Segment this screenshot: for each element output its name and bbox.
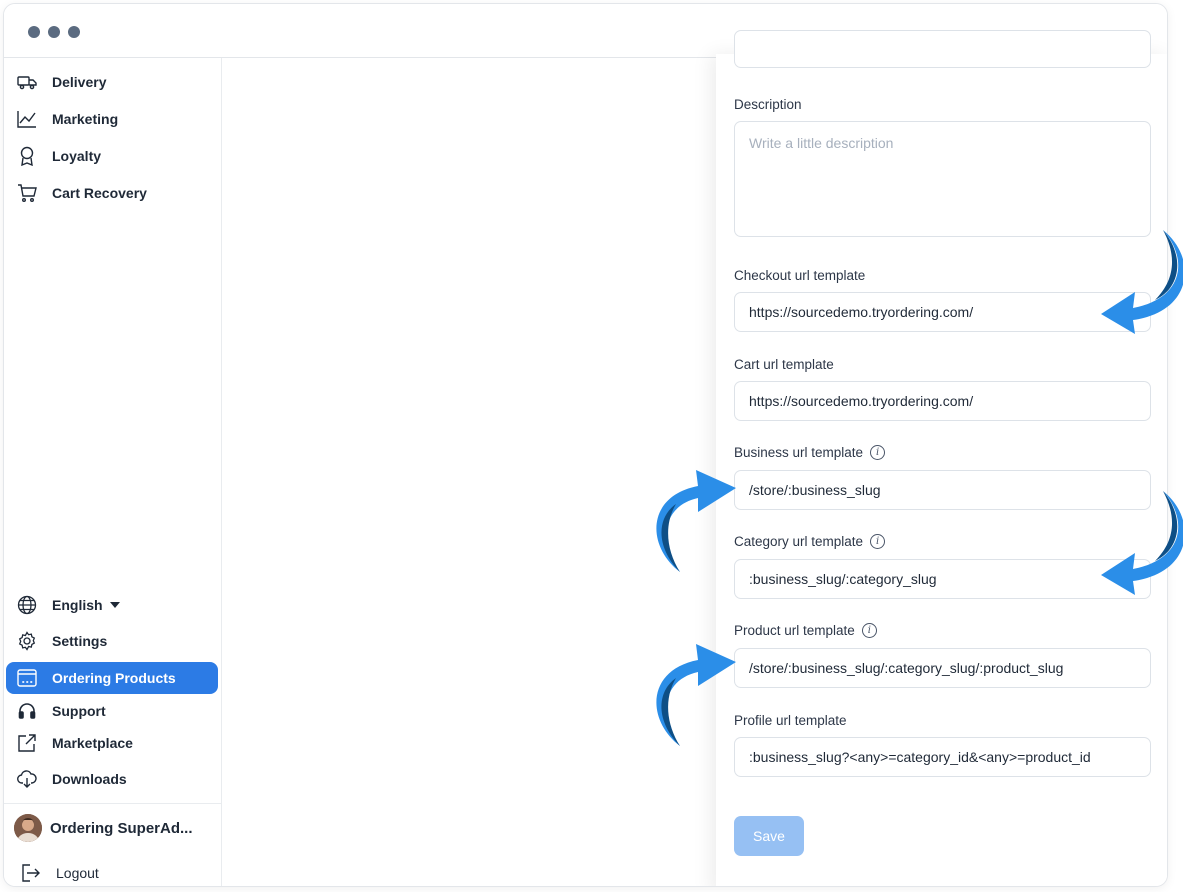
logout-icon xyxy=(20,862,42,884)
logout-label: Logout xyxy=(56,865,99,881)
window-dot-icon xyxy=(48,26,60,38)
profile-url-label: Profile url template xyxy=(734,713,847,728)
sidebar-item-label: Cart Recovery xyxy=(52,185,147,201)
info-icon[interactable]: i xyxy=(861,623,877,638)
sidebar-item-label: Delivery xyxy=(52,74,107,90)
gear-icon xyxy=(16,630,38,652)
curved-arrow-icon xyxy=(656,644,736,746)
award-icon xyxy=(16,145,38,167)
sidebar-item-label: Marketplace xyxy=(52,735,133,751)
sidebar-item-label: Settings xyxy=(52,633,108,649)
business-url-label: Business url template i xyxy=(734,445,886,460)
sidebar-item-cart-recovery[interactable]: Cart Recovery xyxy=(6,177,218,209)
sidebar-item-marketing[interactable]: Marketing xyxy=(6,103,218,135)
sidebar-item-marketplace[interactable]: Marketplace xyxy=(6,727,218,759)
curved-arrow-icon xyxy=(656,470,736,572)
cart-url-label: Cart url template xyxy=(734,357,834,372)
sidebar: Delivery Marketing Loyalty Cart Recovery… xyxy=(4,58,222,886)
profile-url-input[interactable] xyxy=(734,737,1151,777)
sidebar-item-label: English xyxy=(52,597,103,613)
sidebar-item-downloads[interactable]: Downloads xyxy=(6,763,218,795)
headset-icon xyxy=(16,700,38,722)
sidebar-item-loyalty[interactable]: Loyalty xyxy=(6,140,218,172)
app-window: Delivery Marketing Loyalty Cart Recovery… xyxy=(3,3,1168,887)
truck-icon xyxy=(16,71,38,93)
user-name[interactable]: Ordering SuperAd... xyxy=(50,820,193,837)
sidebar-item-ordering-products[interactable]: Ordering Products xyxy=(6,662,218,694)
product-url-input[interactable] xyxy=(734,648,1151,688)
sidebar-item-delivery[interactable]: Delivery xyxy=(6,66,218,98)
chart-line-icon xyxy=(16,108,38,130)
curved-arrow-icon xyxy=(1101,491,1183,595)
settings-panel: Description Checkout url template Cart u… xyxy=(716,30,1167,886)
window-dot-icon xyxy=(68,26,80,38)
business-url-label-text: Business url template xyxy=(734,445,864,460)
previous-field[interactable] xyxy=(734,30,1151,68)
globe-icon xyxy=(16,594,38,616)
business-url-input[interactable] xyxy=(734,470,1151,510)
category-url-label: Category url template i xyxy=(734,534,886,549)
sidebar-divider xyxy=(4,803,221,804)
logout-button[interactable]: Logout xyxy=(10,857,222,886)
curved-arrow-icon xyxy=(1101,230,1183,334)
avatar[interactable] xyxy=(14,814,42,842)
category-url-input[interactable] xyxy=(734,559,1151,599)
description-textarea[interactable] xyxy=(734,121,1151,237)
category-url-label-text: Category url template xyxy=(734,534,864,549)
sidebar-item-support[interactable]: Support xyxy=(6,695,218,727)
product-url-label: Product url template i xyxy=(734,623,877,638)
sidebar-item-settings[interactable]: Settings xyxy=(6,625,218,657)
checkout-url-label: Checkout url template xyxy=(734,268,866,283)
info-icon[interactable]: i xyxy=(870,445,886,460)
info-icon[interactable]: i xyxy=(870,534,886,549)
window-icon xyxy=(16,667,38,689)
external-link-icon xyxy=(16,732,38,754)
sidebar-item-label: Support xyxy=(52,703,106,719)
sidebar-item-label: Ordering Products xyxy=(52,670,176,686)
window-dot-icon xyxy=(28,26,40,38)
description-label: Description xyxy=(734,97,802,112)
sidebar-item-label: Loyalty xyxy=(52,148,102,164)
sidebar-item-label: Marketing xyxy=(52,111,119,127)
product-url-label-text: Product url template xyxy=(734,623,855,638)
language-selector[interactable]: English xyxy=(6,589,218,621)
save-button[interactable]: Save xyxy=(734,816,804,856)
cloud-download-icon xyxy=(16,768,38,790)
cart-icon xyxy=(16,182,38,204)
cart-url-input[interactable] xyxy=(734,381,1151,421)
caret-down-icon xyxy=(109,602,120,608)
checkout-url-input[interactable] xyxy=(734,292,1151,332)
sidebar-item-label: Downloads xyxy=(52,771,127,787)
